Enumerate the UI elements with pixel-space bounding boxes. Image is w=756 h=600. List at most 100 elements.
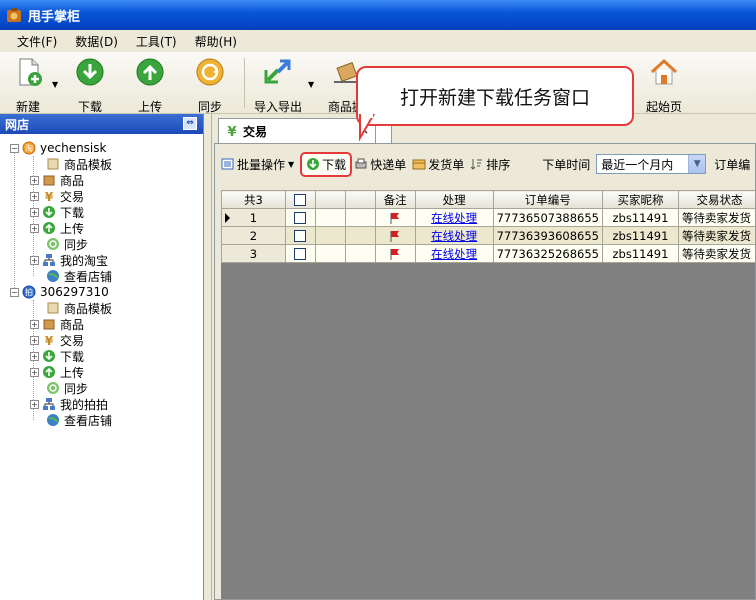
blank-header — [314, 190, 346, 209]
expand-icon[interactable]: + — [30, 207, 39, 217]
collapse-icon[interactable]: − — [10, 143, 19, 153]
tab-trade[interactable]: ¥ 交易 × — [218, 118, 376, 143]
svg-text:淘: 淘 — [25, 143, 33, 153]
sync-label: 同步 — [197, 100, 222, 114]
menu-file[interactable]: 文件(F) — [8, 33, 66, 50]
action-cell: 在线处理 — [414, 226, 494, 245]
collapse-icon[interactable]: − — [10, 287, 19, 297]
express-bill-button[interactable]: 快递单 — [354, 156, 406, 173]
batch-operation-label: 批量操作 — [237, 157, 286, 172]
upload-icon — [43, 222, 55, 234]
note-header[interactable]: 备注 — [374, 190, 416, 209]
import-export-button[interactable]: 导入导出 — [250, 56, 306, 114]
download-task-button[interactable]: 下载 — [300, 151, 353, 177]
express-bill-label: 快递单 — [370, 157, 407, 172]
tree-shop-yechensisk[interactable]: − 淘 yechensisk — [10, 140, 106, 156]
online-process-link[interactable]: 在线处理 — [431, 211, 477, 225]
table-row[interactable]: 2 在线处理 77736393608655 zbs11491 等待卖家发货 — [221, 226, 755, 245]
panel-splitter[interactable] — [204, 114, 212, 600]
blank-header — [344, 190, 376, 209]
upload-button[interactable]: 上传 — [122, 56, 178, 114]
expand-icon[interactable]: + — [30, 191, 39, 201]
tree-item-upload[interactable]: + 上传 — [30, 220, 84, 236]
menu-tools[interactable]: 工具(T) — [127, 33, 186, 50]
tree-item-label: 上传 — [60, 221, 85, 236]
sync-button[interactable]: 同步 — [182, 56, 238, 114]
tree-item-download[interactable]: + 下载 — [30, 348, 84, 364]
home-page-button[interactable]: 起始页 — [636, 56, 692, 114]
menu-data[interactable]: 数据(D) — [66, 33, 127, 50]
red-flag-icon[interactable] — [389, 230, 401, 242]
tree-item-goods[interactable]: + 商品 — [30, 316, 84, 332]
expand-icon[interactable]: + — [30, 223, 39, 233]
expand-icon[interactable]: + — [30, 319, 39, 329]
menu-help[interactable]: 帮助(H) — [186, 33, 246, 50]
row-checkbox-cell[interactable] — [284, 226, 316, 245]
tree-item-goods-template[interactable]: 商品模板 — [46, 300, 112, 316]
import-export-icon — [264, 59, 291, 84]
table-row[interactable]: 1 在线处理 77736507388655 zbs11491 等待卖家发货 — [221, 208, 755, 227]
goods-icon — [43, 319, 55, 330]
sort-button[interactable]: 排序 — [470, 156, 510, 173]
row-checkbox-cell[interactable] — [284, 208, 316, 227]
ship-bill-button[interactable]: 发货单 — [412, 156, 464, 173]
row-checkbox[interactable] — [294, 212, 307, 224]
tree-item-upload[interactable]: + 上传 — [30, 364, 84, 380]
expand-icon[interactable]: + — [30, 175, 39, 185]
note-cell[interactable] — [374, 208, 416, 227]
online-process-link[interactable]: 在线处理 — [431, 247, 477, 261]
download-label: 下载 — [77, 100, 102, 114]
order-number-cell: 77736507388655 — [492, 208, 604, 227]
tree-item-my-taobao[interactable]: + 我的淘宝 — [30, 252, 108, 268]
red-flag-icon[interactable] — [389, 248, 401, 260]
panel-header: 网店 ⇔ — [0, 114, 203, 134]
online-process-link[interactable]: 在线处理 — [431, 229, 477, 243]
red-flag-icon[interactable] — [389, 212, 401, 224]
new-dropdown-arrow-icon[interactable]: ▼ — [52, 80, 58, 89]
row-checkbox[interactable] — [294, 230, 307, 242]
select-all-checkbox[interactable] — [294, 194, 307, 206]
menu-bar: 文件(F) 数据(D) 工具(T) 帮助(H) — [0, 30, 756, 52]
chevron-down-icon[interactable]: ▼ — [688, 155, 706, 173]
tree-item-download[interactable]: + 下载 — [30, 204, 84, 220]
row-checkbox[interactable] — [294, 248, 307, 260]
trade-toolbar: 批量操作 ▼ 下载 快递单 发货单 排序 下单时间 最近一个月内 ▼ 订单编 — [215, 151, 755, 177]
trade-status-header[interactable]: 交易状态 — [677, 190, 755, 209]
shop-tree: − 淘 yechensisk 商品模板 + 商品 + ¥ 交易 + 下载 + 上… — [0, 136, 204, 600]
tree-item-view-shop[interactable]: 查看店铺 — [46, 268, 112, 284]
callout-tooltip: 打开新建下载任务窗口 — [356, 66, 634, 126]
tree-item-sync[interactable]: 同步 — [46, 236, 88, 252]
download-button[interactable]: 下载 — [62, 56, 118, 114]
expand-icon[interactable]: + — [30, 399, 39, 409]
new-button[interactable]: 新建 — [0, 56, 56, 114]
expand-icon[interactable]: + — [30, 335, 39, 345]
table-row[interactable]: 3 在线处理 77736325268655 zbs11491 等待卖家发货 — [221, 244, 755, 263]
expand-icon[interactable]: + — [30, 351, 39, 361]
order-time-select[interactable]: 最近一个月内 ▼ — [596, 154, 707, 174]
note-cell[interactable] — [374, 226, 416, 245]
trade-status-cell: 等待卖家发货 — [677, 226, 755, 245]
tree-item-goods-template[interactable]: 商品模板 — [46, 156, 112, 172]
note-cell[interactable] — [374, 244, 416, 263]
tree-item-trade[interactable]: + ¥ 交易 — [30, 188, 84, 204]
action-header[interactable]: 处理 — [414, 190, 494, 209]
tree-item-view-shop[interactable]: 查看店铺 — [46, 412, 112, 428]
select-all-header[interactable] — [284, 190, 316, 209]
globe-icon — [47, 270, 59, 282]
expand-icon[interactable]: + — [30, 255, 39, 265]
tree-item-trade[interactable]: + ¥ 交易 — [30, 332, 84, 348]
order-number-header[interactable]: 订单编号 — [492, 190, 604, 209]
tree-item-sync[interactable]: 同步 — [46, 380, 88, 396]
buyer-nick-header[interactable]: 买家昵称 — [602, 190, 679, 209]
expand-icon[interactable]: + — [30, 367, 39, 377]
import-export-dropdown-arrow-icon[interactable]: ▼ — [308, 80, 314, 89]
batch-operation-button[interactable]: 批量操作 ▼ — [221, 156, 294, 173]
tree-item-my-paipai[interactable]: + 我的拍拍 — [30, 396, 108, 412]
tree-shop-306297310[interactable]: − 拍 306297310 — [10, 284, 109, 300]
row-checkbox-cell[interactable] — [284, 244, 316, 263]
tree-item-label: 商品 — [60, 173, 85, 188]
tree-item-goods[interactable]: + 商品 — [30, 172, 84, 188]
svg-text:拍: 拍 — [25, 287, 33, 297]
panel-pin-icon[interactable]: ⇔ — [183, 117, 197, 130]
batch-dropdown-arrow-icon[interactable]: ▼ — [288, 160, 294, 169]
